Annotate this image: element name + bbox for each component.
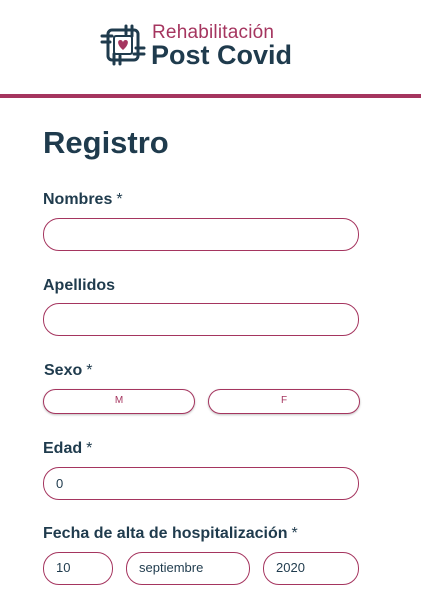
sexo-label-text: Sexo — [44, 362, 83, 379]
fecha-year-select[interactable]: 2020 — [263, 552, 359, 585]
header-divider — [0, 94, 421, 98]
brand-logo[interactable]: Rehabilitación Post Covid — [100, 20, 310, 72]
fecha-alta-label: Fecha de alta de hospitalización * — [43, 525, 298, 543]
fecha-alta-label-text: Fecha de alta de hospitalización — [43, 525, 288, 542]
required-mark: * — [86, 362, 93, 379]
brand-name-bottom: Post Covid — [151, 40, 293, 70]
edad-label-text: Edad — [43, 440, 83, 457]
nombres-label-text: Nombres — [43, 191, 113, 208]
required-mark: * — [86, 440, 93, 457]
edad-input[interactable] — [43, 467, 359, 500]
site-header: Rehabilitación Post Covid — [0, 0, 421, 94]
required-mark: * — [291, 525, 298, 542]
hands-heart-icon — [100, 24, 146, 66]
apellidos-label: Apellidos — [43, 277, 115, 295]
fecha-day-select[interactable]: 10 — [43, 552, 113, 585]
sexo-option-f-button[interactable]: F — [208, 389, 360, 414]
fecha-month-select[interactable]: septiembre — [126, 552, 250, 585]
nombres-label: Nombres * — [43, 191, 123, 209]
required-mark: * — [116, 191, 123, 208]
page-title: Registro — [43, 125, 169, 160]
sexo-option-m-button[interactable]: M — [43, 389, 195, 414]
edad-label: Edad * — [43, 440, 92, 458]
apellidos-label-text: Apellidos — [43, 277, 116, 294]
sexo-label: Sexo * — [44, 362, 92, 380]
nombres-input[interactable] — [43, 218, 359, 251]
apellidos-input[interactable] — [43, 303, 359, 336]
